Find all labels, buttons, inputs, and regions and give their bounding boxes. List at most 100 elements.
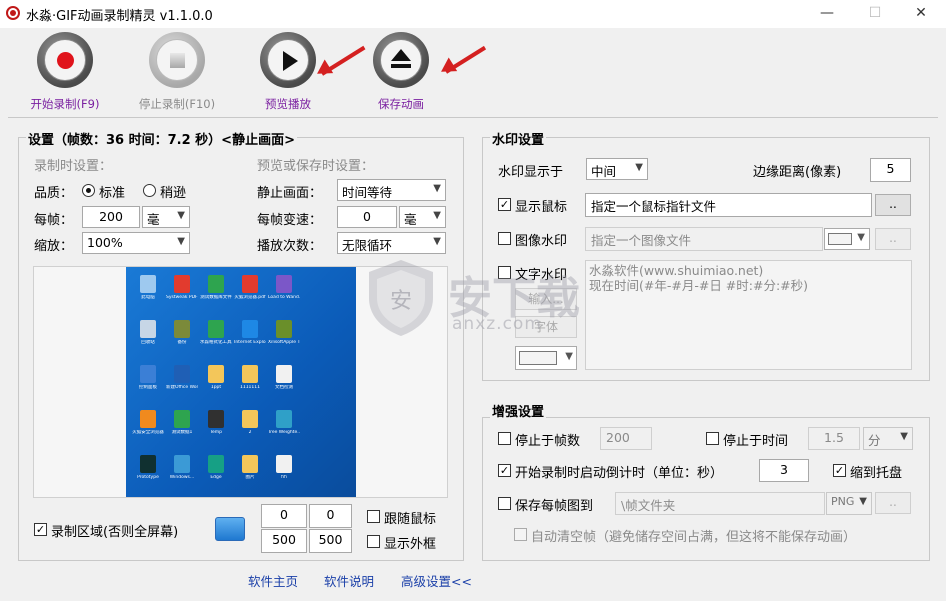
show-frame-checkbox[interactable] [367,535,380,548]
image-watermark-checkbox[interactable] [498,232,511,245]
quality-fine-radio[interactable] [143,184,156,197]
frame-format-select[interactable]: PNG ▼ [826,492,872,515]
start-record-button[interactable]: 开始录制(F9) [20,32,110,116]
save-each-frame-checkbox[interactable] [498,497,511,510]
save-each-frame-label: 保存每帧图到 [515,499,594,514]
chevron-down-icon: ▼ [177,236,185,247]
desktop-icon: 此电脑 [132,273,164,311]
save-animation-label: 保存动画 [378,97,424,111]
per-frame-unit-value: 毫 [147,212,160,227]
desktop-icon-image [174,275,190,293]
stop-at-time-checkbox[interactable] [706,432,719,445]
stop-time-unit-select[interactable]: 分 ▼ [863,427,913,450]
software-help-link[interactable]: 软件说明 [324,571,374,590]
watermark-text-area[interactable]: 水淼软件(www.shuimiao.net) 现在时间(#年-#月-#日 #时:… [585,260,912,370]
desktop-icon-label: 测试数据1 [171,430,193,435]
desktop-icon-label: 火狐浏览器.pdf [234,295,266,300]
desktop-icon: 新建Office Word [166,363,198,401]
desktop-icon-image [242,410,258,428]
enhance-title: 增强设置 [490,401,547,420]
per-frame-unit-select[interactable]: 毫 ▼ [142,206,190,228]
record-region-checkbox[interactable]: ✓ [34,523,47,536]
chevron-down-icon: ▼ [565,351,573,362]
quality-standard-radio[interactable] [82,184,95,197]
desktop-icon: Edge [200,453,232,491]
follow-mouse-label: 跟随鼠标 [384,512,437,527]
countdown-input[interactable]: 3 [759,459,809,482]
desktop-icon-label: Edge [210,475,222,480]
desktop-icon: 回收站 [132,318,164,356]
watermark-position-value: 中间 [591,164,617,179]
scale-select[interactable]: 100% ▼ [82,232,190,254]
chevron-down-icon: ▼ [433,236,441,247]
show-mouse-checkbox[interactable]: ✓ [498,198,511,211]
desktop-icon: 备份 [166,318,198,356]
image-file-browse-button[interactable]: .. [875,228,911,250]
save-animation-button[interactable]: 保存动画 [356,32,446,116]
auto-clear-label: 自动清空帧（避免储存空间占满，但这将不能保存动画） [531,530,857,545]
region-width-input[interactable]: 500 [261,529,307,553]
region-select-icon[interactable] [215,517,245,541]
desktop-icon-image [140,365,156,383]
loop-count-label: 播放次数： [257,239,323,254]
desktop-icon: 火狐浏览器.pdf [234,273,266,311]
desktop-icon-label: 控制面板 [139,385,157,390]
stop-at-frames-input[interactable]: 200 [600,427,652,450]
desktop-icon-image [140,410,156,428]
maximize-button[interactable]: ☐ [852,0,898,28]
software-home-link[interactable]: 软件主页 [248,571,298,590]
watermark-position-select[interactable]: 中间 ▼ [586,158,648,180]
frame-folder-browse-button[interactable]: .. [875,492,911,514]
region-height-input[interactable]: 500 [309,529,352,553]
region-x-input[interactable]: 0 [261,504,307,528]
show-mouse-label: 显示鼠标 [515,200,568,215]
frame-speed-input[interactable]: 0 [337,206,397,228]
settings-title: 设置（帧数：36 时间：7.2 秒）<静止画面> [26,129,297,148]
desktop-icon-image [208,410,224,428]
desktop-icon: XilisoftApple TV [268,318,300,356]
chevron-down-icon: ▼ [177,210,185,221]
desktop-icon-image [174,365,190,383]
scale-label: 缩放： [34,239,74,254]
still-frame-select[interactable]: 时间等待 ▼ [337,179,446,201]
margin-label: 边缘距离(像素) [753,165,842,180]
stop-at-time-input[interactable]: 1.5 [808,427,860,450]
margin-input[interactable]: 5 [870,158,911,182]
desktop-icon-image [208,455,224,473]
desktop-icon: fifi [268,453,300,491]
image-file-input[interactable]: 指定一个图像文件 [585,227,823,251]
desktop-icon: Prototype [132,453,164,491]
frame-speed-label: 每帧变速： [257,213,323,228]
desktop-icon-image [208,365,224,383]
image-color-picker[interactable]: ▼ [824,228,870,250]
close-button[interactable]: ✕ [898,0,944,28]
desktop-icon-label: 火狐安全浏览器 [132,430,164,435]
title-bar: 水淼·GIF动画录制精灵 v1.1.0.0 — ☐ ✕ [0,0,946,28]
desktop-icon: 控制面板 [132,363,164,401]
frame-folder-input[interactable]: \帧文件夹 [615,492,825,515]
loop-count-select[interactable]: 无限循环 ▼ [337,232,446,254]
scale-value: 100% [87,235,123,250]
desktop-icon-label: 2 [248,430,252,435]
desktop-icon: Windows... [166,453,198,491]
minimize-button[interactable]: — [804,0,850,28]
region-y-input[interactable]: 0 [309,504,352,528]
auto-clear-checkbox[interactable] [514,528,527,541]
frame-speed-unit-select[interactable]: 毫 ▼ [399,206,446,228]
desktop-icon: Load to Wand... [268,273,300,311]
stop-at-frames-checkbox[interactable] [498,432,511,445]
countdown-checkbox[interactable]: ✓ [498,464,511,477]
mouse-file-browse-button[interactable]: .. [875,194,911,216]
text-color-picker[interactable]: ▼ [515,346,577,370]
mouse-pointer-file-input[interactable]: 指定一个鼠标指针文件 [585,193,872,217]
watermark-text-line2: 现在时间(#年-#月-#日 #时:#分:#秒) [589,278,809,293]
follow-mouse-checkbox[interactable] [367,510,380,523]
stop-record-button[interactable]: 停止录制(F10) [132,32,222,116]
desktop-icon-label: 新建Office Word [166,385,198,390]
advanced-settings-link[interactable]: 高级设置<< [401,571,472,590]
chevron-down-icon: ▼ [859,496,867,507]
desktop-icon: Systweak PDF Write... [166,273,198,311]
minimize-to-tray-checkbox[interactable]: ✓ [833,464,846,477]
per-frame-input[interactable]: 200 [82,206,140,228]
desktop-icon-label: Systweak PDF Write... [166,295,198,300]
